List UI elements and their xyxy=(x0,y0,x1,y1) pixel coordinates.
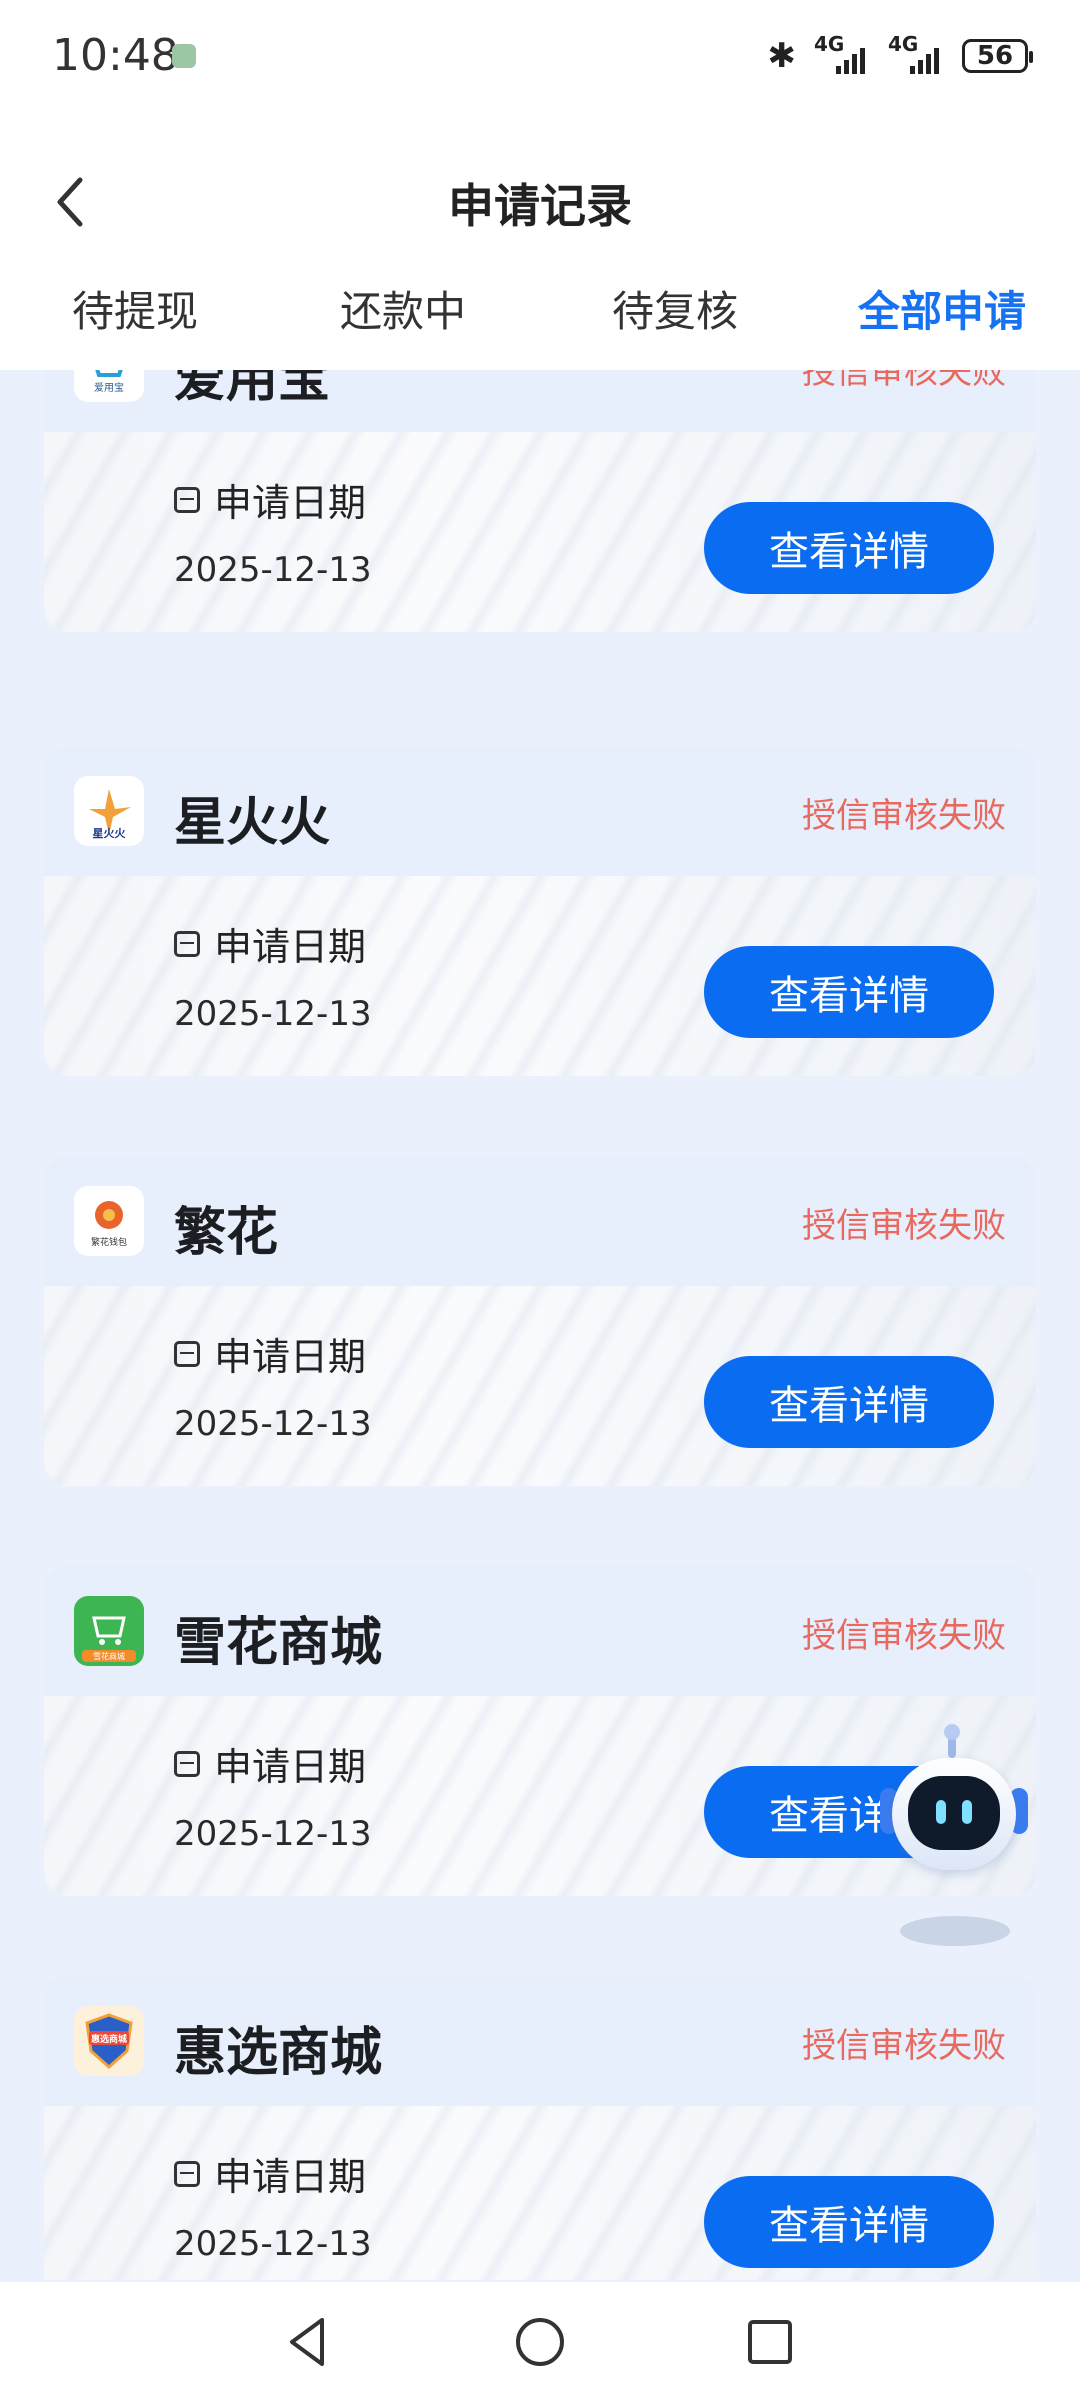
date-label: 申请日期 xyxy=(174,1736,366,1791)
calendar-icon xyxy=(174,1750,200,1777)
system-nav-bar xyxy=(0,2282,1080,2400)
application-card: 繁花钱包 繁花 授信审核失败 申请日期 2025-12-13 查看详情 xyxy=(44,1156,1036,1486)
application-date: 2025-12-13 xyxy=(174,2224,372,2264)
status-badge: 授信审核失败 xyxy=(802,1616,1006,1656)
app-logo-fanhua: 繁花钱包 xyxy=(74,1186,144,1256)
app-name: 星火火 xyxy=(174,793,331,853)
tab-all-applications[interactable]: 全部申请 xyxy=(858,278,1026,339)
card-header: 爱用宝 爱用宝 授信审核失败 xyxy=(44,370,1036,432)
application-date: 2025-12-13 xyxy=(174,1814,372,1854)
view-details-button[interactable]: 查看详情 xyxy=(704,1356,994,1448)
nav-home-icon[interactable] xyxy=(510,2312,570,2372)
app-logo-xinghuohuo: 星火火 xyxy=(74,776,144,846)
card-body: 申请日期 2025-12-13 查看详情 xyxy=(44,2106,1036,2280)
status-icons: ✱ 4G 4G 56 xyxy=(767,32,1033,78)
card-header: 星火火 星火火 授信审核失败 xyxy=(44,746,1036,876)
page-title: 申请记录 xyxy=(448,179,632,233)
status-bar: 10:48 ✱ 4G 4G 56 xyxy=(0,0,1080,110)
nav-back-icon[interactable] xyxy=(278,2312,338,2372)
bluetooth-icon: ✱ xyxy=(767,36,797,76)
robot-antenna xyxy=(944,1724,960,1758)
card-body: 申请日期 2025-12-13 查看详情 xyxy=(44,432,1036,632)
app-name: 繁花 xyxy=(174,1203,279,1263)
application-date: 2025-12-13 xyxy=(174,1404,372,1444)
date-label: 申请日期 xyxy=(174,472,366,527)
view-details-button[interactable]: 查看详情 xyxy=(704,2176,994,2268)
nav-recents-icon[interactable] xyxy=(740,2312,800,2372)
status-badge: 授信审核失败 xyxy=(802,1206,1006,1246)
date-label: 申请日期 xyxy=(174,2146,366,2201)
svg-text:爱用宝: 爱用宝 xyxy=(94,381,124,394)
robot-icon xyxy=(892,1758,1016,1870)
app-name: 惠选商城 xyxy=(174,2023,383,2083)
application-date: 2025-12-13 xyxy=(174,550,372,590)
app-name: 爱用宝 xyxy=(174,370,331,409)
calendar-icon xyxy=(174,486,200,513)
card-header: 繁花钱包 繁花 授信审核失败 xyxy=(44,1156,1036,1286)
status-badge: 授信审核失败 xyxy=(802,370,1006,392)
date-label: 申请日期 xyxy=(174,1326,366,1381)
application-date: 2025-12-13 xyxy=(174,994,372,1034)
card-body: 申请日期 2025-12-13 查看详情 xyxy=(44,876,1036,1076)
date-label: 申请日期 xyxy=(174,916,366,971)
card-body: 申请日期 2025-12-13 查看详情 xyxy=(44,1286,1036,1486)
card-header: 惠选商城 惠选商城 授信审核失败 xyxy=(44,1976,1036,2106)
app-logo-aiyongbao: 爱用宝 xyxy=(74,370,144,402)
status-time: 10:48 xyxy=(52,30,179,81)
page-header: 申请记录 待提现 还款中 待复核 全部申请 xyxy=(0,110,1080,370)
tab-bar: 待提现 还款中 待复核 全部申请 xyxy=(0,278,1080,358)
svg-text:惠选商城: 惠选商城 xyxy=(91,2033,127,2045)
svg-text:雪花商城: 雪花商城 xyxy=(93,1651,125,1661)
svg-text:繁花钱包: 繁花钱包 xyxy=(91,1236,127,1248)
svg-text:星火火: 星火火 xyxy=(93,827,127,840)
calendar-icon xyxy=(174,930,200,957)
robot-face xyxy=(908,1776,1000,1850)
view-details-button[interactable]: 查看详情 xyxy=(704,946,994,1038)
view-details-button[interactable]: 查看详情 xyxy=(704,502,994,594)
app-name: 雪花商城 xyxy=(174,1613,383,1673)
signal-icon-2: 4G xyxy=(888,32,944,76)
calendar-icon xyxy=(174,2160,200,2187)
application-list[interactable]: 爱用宝 爱用宝 授信审核失败 申请日期 2025-12-13 查看详情 星火火 … xyxy=(0,370,1080,2280)
robot-eye xyxy=(936,1800,946,1824)
robot-shadow xyxy=(900,1916,1010,1946)
calendar-icon xyxy=(174,1340,200,1367)
tab-pending-review[interactable]: 待复核 xyxy=(612,278,738,339)
assistant-robot-button[interactable] xyxy=(874,1724,1034,1952)
card-header: 雪花商城 雪花商城 授信审核失败 xyxy=(44,1566,1036,1696)
robot-eye xyxy=(962,1800,972,1824)
status-badge: 授信审核失败 xyxy=(802,796,1006,836)
signal-icon: 4G xyxy=(814,32,870,76)
status-badge: 授信审核失败 xyxy=(802,2026,1006,2066)
application-card: 惠选商城 惠选商城 授信审核失败 申请日期 2025-12-13 查看详情 xyxy=(44,1976,1036,2280)
tab-pending-withdraw[interactable]: 待提现 xyxy=(72,278,198,339)
app-logo-huixuan: 惠选商城 xyxy=(74,2006,144,2076)
notification-icon xyxy=(172,44,196,68)
application-card: 爱用宝 爱用宝 授信审核失败 申请日期 2025-12-13 查看详情 xyxy=(44,370,1036,632)
battery-icon: 56 xyxy=(962,39,1033,73)
tab-repaying[interactable]: 还款中 xyxy=(340,278,466,339)
application-card: 星火火 星火火 授信审核失败 申请日期 2025-12-13 查看详情 xyxy=(44,746,1036,1076)
app-logo-xuehua: 雪花商城 xyxy=(74,1596,144,1666)
